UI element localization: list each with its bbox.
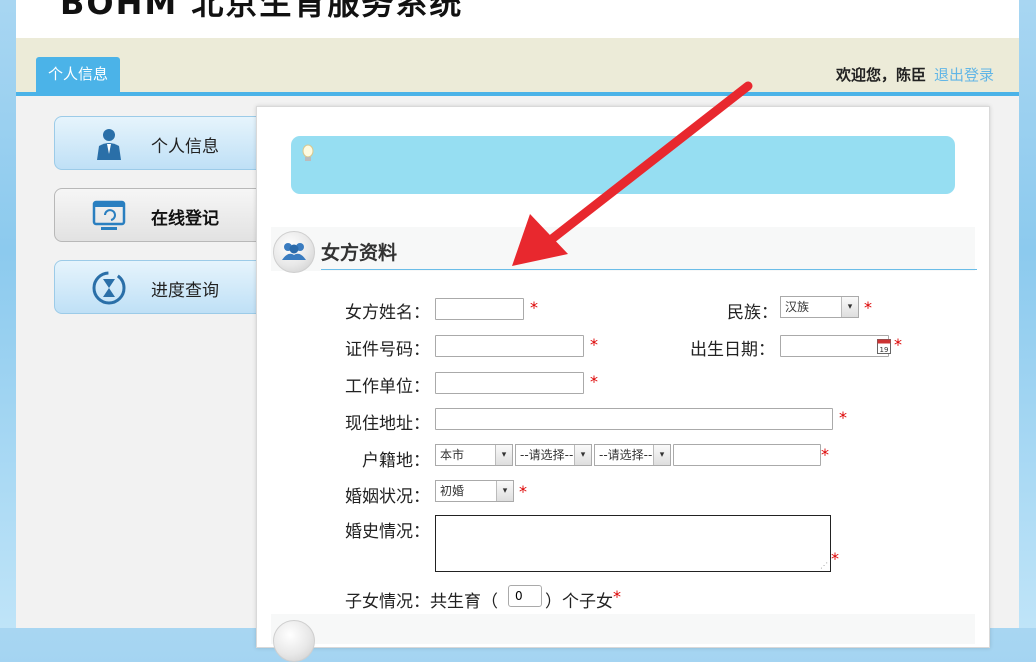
site-brand: BOHM 北京生育服务系统 bbox=[60, 0, 464, 22]
work-unit-input[interactable] bbox=[435, 372, 584, 394]
resize-grip-icon[interactable]: ⋰ bbox=[820, 561, 828, 570]
hukou-district-select[interactable]: --请选择-- ▾ bbox=[515, 444, 592, 466]
hukou-province-select[interactable]: 本市 ▾ bbox=[435, 444, 513, 466]
section-title: 女方资料 bbox=[321, 242, 398, 264]
sidebar-item-online-register[interactable]: 在线登记 bbox=[54, 188, 266, 242]
birth-label: 出生日期： bbox=[690, 340, 775, 360]
address-input[interactable] bbox=[435, 408, 833, 430]
main-content: 女方资料 女方姓名： * 民族： 汉族 ▾ * 证件号码： * 出生日期： 19… bbox=[256, 106, 990, 662]
marital-status-select[interactable]: 初婚 ▾ bbox=[435, 480, 514, 502]
required-mark: * bbox=[590, 372, 598, 391]
work-label: 工作单位： bbox=[345, 377, 430, 397]
birth-date-input[interactable]: 19 bbox=[780, 335, 891, 357]
users-icon bbox=[273, 620, 315, 662]
sidebar-item-label: 个人信息 bbox=[151, 137, 219, 157]
children-count-input[interactable]: 0 bbox=[508, 585, 542, 607]
chevron-down-icon: ▾ bbox=[653, 445, 670, 465]
hukou-province-value: 本市 bbox=[440, 448, 465, 462]
id-number-input[interactable] bbox=[435, 335, 584, 357]
required-mark: * bbox=[590, 335, 598, 354]
history-label: 婚史情况： bbox=[345, 522, 430, 542]
address-label: 现住地址： bbox=[345, 414, 430, 434]
nation-value: 汉族 bbox=[785, 300, 810, 314]
hukou-district-value: --请选择-- bbox=[520, 448, 574, 462]
lightbulb-icon bbox=[302, 144, 314, 161]
chevron-down-icon: ▾ bbox=[574, 445, 591, 465]
hukou-detail-input[interactable] bbox=[673, 444, 821, 466]
children-label: 子女情况：共生育（ bbox=[345, 592, 498, 612]
required-mark: * bbox=[894, 335, 902, 354]
logout-link[interactable]: 退出登录 bbox=[934, 66, 994, 84]
users-icon bbox=[273, 231, 315, 273]
name-label: 女方姓名： bbox=[345, 303, 430, 323]
user-icon bbox=[97, 129, 121, 160]
required-mark: * bbox=[839, 408, 847, 427]
required-mark: * bbox=[821, 445, 829, 464]
chevron-down-icon: ▾ bbox=[841, 297, 858, 317]
tab-personal-info[interactable]: 个人信息 bbox=[36, 57, 120, 92]
marital-status-value: 初婚 bbox=[440, 484, 465, 498]
hukou-label: 户籍地： bbox=[362, 451, 430, 471]
hukou-street-select[interactable]: --请选择-- ▾ bbox=[594, 444, 671, 466]
svg-text:19: 19 bbox=[880, 346, 889, 354]
hourglass-icon bbox=[92, 271, 126, 305]
monitor-icon bbox=[92, 200, 126, 230]
nation-select[interactable]: 汉族 ▾ bbox=[780, 296, 859, 318]
nav-divider bbox=[16, 92, 1019, 96]
required-mark: * bbox=[519, 482, 527, 501]
hukou-street-value: --请选择-- bbox=[599, 448, 653, 462]
section-divider bbox=[321, 269, 977, 270]
sidebar-item-personal-info[interactable]: 个人信息 bbox=[54, 116, 266, 170]
page: BOHM 北京生育服务系统 个人信息 欢迎您，陈臣 退出登录 个人信息 在线登记 … bbox=[16, 0, 1019, 662]
id-label: 证件号码： bbox=[345, 340, 430, 360]
chevron-down-icon: ▾ bbox=[496, 481, 513, 501]
children-suffix: ）个子女 bbox=[545, 592, 613, 612]
user-greeting: 欢迎您，陈臣 退出登录 bbox=[836, 64, 994, 85]
marriage-history-textarea[interactable]: ⋰ bbox=[435, 515, 831, 572]
marital-label: 婚姻状况： bbox=[345, 487, 430, 507]
female-name-input[interactable] bbox=[435, 298, 524, 320]
welcome-text: 欢迎您，陈臣 bbox=[835, 66, 926, 84]
section-header-female-info: 女方资料 bbox=[271, 227, 975, 273]
calendar-icon[interactable]: 19 bbox=[877, 338, 891, 354]
chevron-down-icon: ▾ bbox=[495, 445, 512, 465]
sidebar-item-label: 进度查询 bbox=[151, 281, 219, 301]
sidebar-item-progress-query[interactable]: 进度查询 bbox=[54, 260, 266, 314]
nation-label: 民族： bbox=[727, 303, 778, 323]
sidebar-item-label: 在线登记 bbox=[151, 209, 219, 229]
top-banner: BOHM 北京生育服务系统 bbox=[16, 0, 1019, 38]
required-mark: * bbox=[831, 549, 839, 568]
required-mark: * bbox=[864, 298, 872, 317]
section-header-next bbox=[271, 614, 975, 662]
required-mark: * bbox=[530, 298, 538, 317]
notice-banner bbox=[291, 136, 955, 194]
required-mark: * bbox=[613, 587, 621, 606]
